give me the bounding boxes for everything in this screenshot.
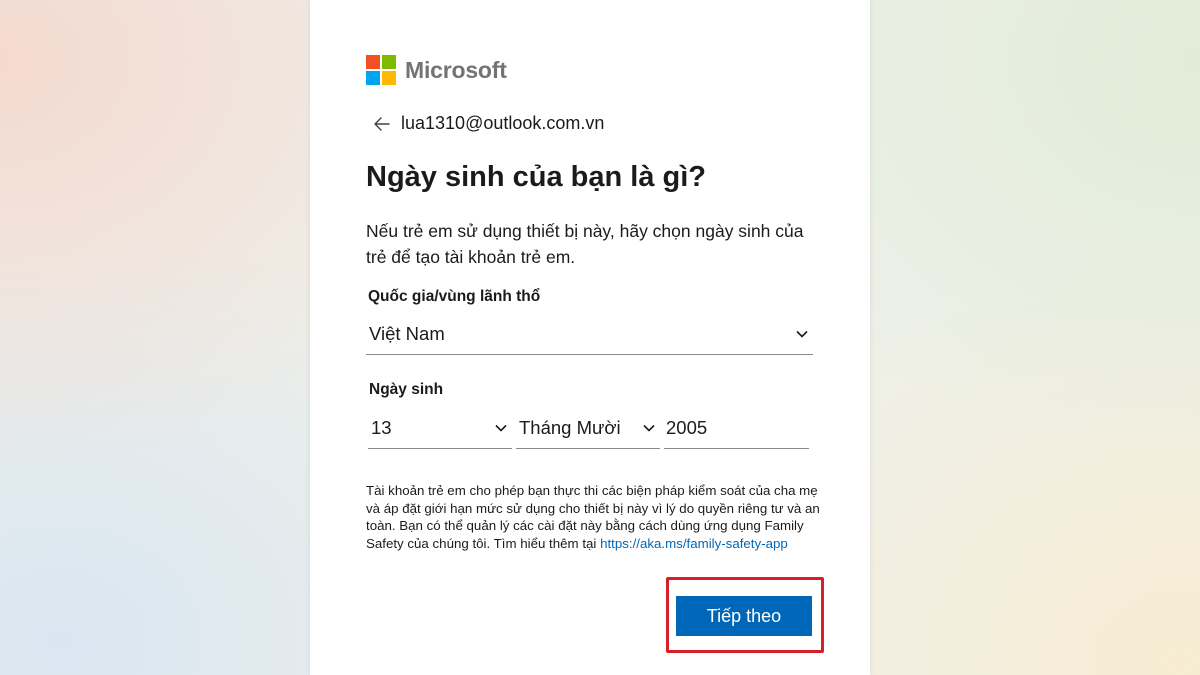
birth-day-value: 13 bbox=[371, 417, 392, 438]
arrow-left-icon[interactable] bbox=[372, 114, 392, 134]
microsoft-logo-icon bbox=[366, 55, 396, 85]
brand-name: Microsoft bbox=[405, 56, 507, 83]
chevron-down-icon bbox=[495, 424, 507, 432]
next-button[interactable]: Tiếp theo bbox=[676, 596, 812, 636]
chevron-down-icon bbox=[796, 330, 808, 338]
birth-year-input[interactable]: 2005 bbox=[664, 408, 809, 449]
identity-banner: lua1310@outlook.com.vn bbox=[372, 113, 604, 134]
birth-year-value: 2005 bbox=[666, 417, 708, 438]
microsoft-brand: Microsoft bbox=[366, 55, 507, 85]
birth-day-select[interactable]: 13 bbox=[368, 408, 512, 449]
country-select[interactable]: Việt Nam bbox=[366, 314, 813, 355]
signup-card: Microsoft lua1310@outlook.com.vn Ngày si… bbox=[310, 0, 870, 675]
page-title: Ngày sinh của bạn là gì? bbox=[366, 161, 707, 193]
page-description: Nếu trẻ em sử dụng thiết bị này, hãy chọ… bbox=[366, 221, 804, 267]
country-select-value: Việt Nam bbox=[369, 323, 445, 344]
child-account-note: Tài khoản trẻ em cho phép bạn thực thi c… bbox=[366, 482, 826, 552]
chevron-down-icon bbox=[643, 424, 655, 432]
birth-month-select[interactable]: Tháng Mười bbox=[516, 408, 660, 449]
family-safety-link[interactable]: https://aka.ms/family-safety-app bbox=[600, 536, 788, 551]
birthdate-label: Ngày sinh bbox=[369, 381, 444, 398]
identity-email: lua1310@outlook.com.vn bbox=[401, 113, 605, 133]
birth-month-value: Tháng Mười bbox=[519, 417, 621, 438]
country-label: Quốc gia/vùng lãnh thổ bbox=[368, 288, 541, 305]
